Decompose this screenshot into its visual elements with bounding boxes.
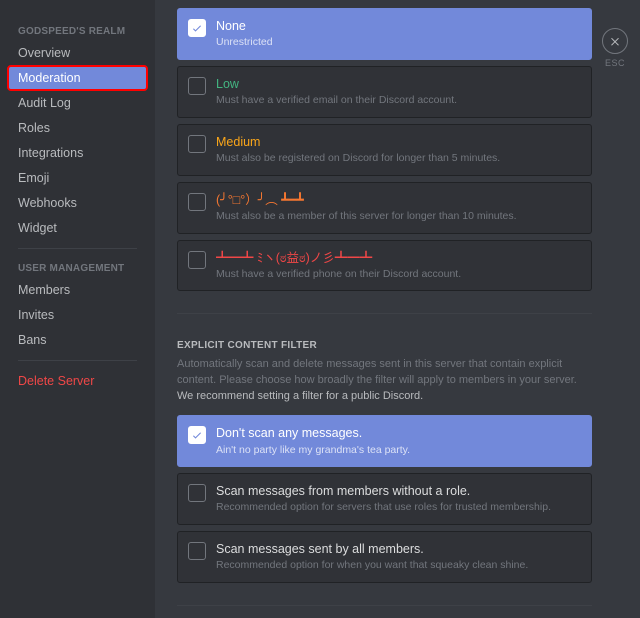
checkbox-icon — [188, 77, 206, 95]
option-sub: Must also be registered on Discord for l… — [216, 152, 581, 166]
explicit-filter-header: Explicit Content Filter — [177, 340, 592, 351]
option-title: (╯°□°）╯︵ ┻━┻ — [216, 192, 581, 208]
close-button[interactable]: ESC — [602, 28, 628, 68]
sidebar-item-webhooks[interactable]: Webhooks — [8, 191, 147, 215]
option-sub: Recommended option for servers that use … — [216, 501, 581, 515]
section-divider — [177, 313, 592, 314]
option-title: Scan messages sent by all members. — [216, 541, 581, 557]
checkbox-icon — [188, 484, 206, 502]
sidebar-header-server: Godspeed's Realm — [8, 20, 147, 41]
explicit-filter-desc: Automatically scan and delete messages s… — [177, 357, 592, 405]
checkbox-icon — [188, 426, 206, 444]
filter-option-none[interactable]: Don't scan any messages. Ain't no party … — [177, 415, 592, 467]
option-title: Scan messages from members without a rol… — [216, 483, 581, 499]
sidebar-item-bans[interactable]: Bans — [8, 328, 147, 352]
option-sub: Ain't no party like my grandma's tea par… — [216, 444, 581, 458]
sidebar-item-delete-server[interactable]: Delete Server — [8, 369, 147, 393]
option-title: Low — [216, 76, 581, 92]
sidebar-item-invites[interactable]: Invites — [8, 303, 147, 327]
sidebar-divider — [18, 360, 137, 361]
option-sub: Recommended option for when you want tha… — [216, 559, 581, 573]
option-sub: Must also be a member of this server for… — [216, 210, 581, 224]
sidebar-item-audit-log[interactable]: Audit Log — [8, 91, 147, 115]
main-content: None Unrestricted Low Must have a verifi… — [155, 0, 640, 618]
option-title: ┻━┻ ﾐヽ(ಠ益ಠ)ノ彡┻━┻ — [216, 250, 581, 266]
verification-option-high[interactable]: (╯°□°）╯︵ ┻━┻ Must also be a member of th… — [177, 182, 592, 234]
section-divider — [177, 605, 592, 606]
sidebar-header-user-mgmt: User Management — [8, 257, 147, 278]
sidebar-item-overview[interactable]: Overview — [8, 41, 147, 65]
option-sub: Must have a verified phone on their Disc… — [216, 268, 581, 282]
verification-option-none[interactable]: None Unrestricted — [177, 8, 592, 60]
checkbox-icon — [188, 251, 206, 269]
sidebar-item-members[interactable]: Members — [8, 278, 147, 302]
option-sub: Unrestricted — [216, 36, 581, 50]
close-icon — [602, 28, 628, 54]
option-title: Medium — [216, 134, 581, 150]
sidebar-item-widget[interactable]: Widget — [8, 216, 147, 240]
filter-option-all[interactable]: Scan messages sent by all members. Recom… — [177, 531, 592, 583]
checkbox-icon — [188, 19, 206, 37]
option-title: None — [216, 18, 581, 34]
checkbox-icon — [188, 135, 206, 153]
verification-option-low[interactable]: Low Must have a verified email on their … — [177, 66, 592, 118]
checkbox-icon — [188, 542, 206, 560]
checkbox-icon — [188, 193, 206, 211]
option-title: Don't scan any messages. — [216, 425, 581, 441]
verification-option-medium[interactable]: Medium Must also be registered on Discor… — [177, 124, 592, 176]
sidebar-item-emoji[interactable]: Emoji — [8, 166, 147, 190]
verification-option-extreme[interactable]: ┻━┻ ﾐヽ(ಠ益ಠ)ノ彡┻━┻ Must have a verified ph… — [177, 240, 592, 292]
sidebar-item-roles[interactable]: Roles — [8, 116, 147, 140]
option-sub: Must have a verified email on their Disc… — [216, 94, 581, 108]
sidebar-item-integrations[interactable]: Integrations — [8, 141, 147, 165]
sidebar-divider — [18, 248, 137, 249]
filter-option-no-role[interactable]: Scan messages from members without a rol… — [177, 473, 592, 525]
sidebar-item-moderation[interactable]: Moderation — [8, 66, 147, 90]
settings-sidebar: Godspeed's Realm Overview Moderation Aud… — [0, 0, 155, 618]
close-label: ESC — [602, 58, 628, 68]
